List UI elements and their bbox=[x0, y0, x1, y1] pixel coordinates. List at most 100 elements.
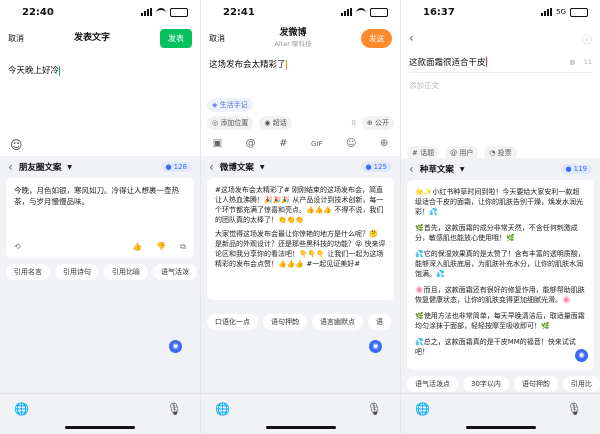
pill-lively[interactable]: 语气活泼 bbox=[153, 264, 197, 280]
keyboard-bar: 🌐 🎙 bbox=[0, 393, 200, 434]
mic-icon[interactable]: 🎙 bbox=[567, 402, 582, 416]
ai-copy-panel: ‹ 朋友圈文案 ▼ ● 128 今晚，月色如银，寒风如刀。冷得让人想裹一壶热茶，与… bbox=[0, 156, 200, 394]
pill-poem[interactable]: 引用诗句 bbox=[55, 264, 99, 280]
card-paragraph-6: 💦总之，这款面霜真的是干皮MM的福音！快来试试吧！ bbox=[415, 338, 576, 356]
page-title: 发表文字 bbox=[73, 33, 110, 43]
home-indicator bbox=[465, 426, 536, 429]
home-indicator bbox=[265, 426, 336, 429]
chevron-left-icon[interactable]: ‹ bbox=[8, 160, 13, 174]
supertopic-chip[interactable]: ◉ 超话 bbox=[259, 116, 292, 130]
editor-text: 今天晚上好冷 bbox=[8, 66, 60, 76]
ai-copy-panel: ‹ 微博文案 ▼ ● 125 #这场发布会太精彩了# 刚刚结束的这场发布会，简直让… bbox=[201, 156, 400, 394]
pill-short[interactable]: 30字以内 bbox=[463, 376, 509, 392]
wifi-icon bbox=[156, 7, 166, 17]
hashtag-icon[interactable]: # bbox=[279, 138, 287, 149]
emoji-icon[interactable]: ☺ bbox=[346, 138, 356, 149]
refresh-icon[interactable]: ⟲ bbox=[14, 241, 21, 252]
thumbs-down-icon[interactable]: 👎 bbox=[156, 241, 166, 252]
ai-title[interactable]: 种草文案 bbox=[420, 163, 454, 175]
ai-assistant-icon[interactable]: ◉ bbox=[575, 349, 588, 362]
mic-icon[interactable]: 🎙 bbox=[367, 402, 382, 416]
weibo-panel: 22:41 取消 发微博 Alter 聊科技 发送 这场发布会太精彩了 ◈ 生活… bbox=[200, 0, 400, 434]
ai-title[interactable]: 微博文案 bbox=[220, 161, 254, 173]
ai-header: ‹ 微博文案 ▼ ● 125 bbox=[201, 156, 400, 178]
pill-colloquial[interactable]: 口语化一点 bbox=[207, 314, 258, 330]
credit-badge: ● 128 bbox=[160, 162, 192, 172]
copy-icon[interactable]: ⧉ bbox=[180, 241, 186, 252]
signal-icon bbox=[341, 8, 352, 16]
pill-metaphor[interactable]: 引用比喻 bbox=[104, 264, 148, 280]
supertopic-icon: ◉ bbox=[264, 119, 271, 127]
chevron-left-icon[interactable]: ‹ bbox=[209, 160, 214, 174]
text-editor[interactable]: 这场发布会太精彩了 bbox=[209, 58, 392, 70]
title-editor[interactable]: 这款面霜很适合干皮 ⊗ 11 bbox=[409, 56, 592, 68]
editor-text: 这场发布会太精彩了 bbox=[209, 60, 286, 70]
pill-quote[interactable]: 引用名言 bbox=[6, 264, 50, 280]
topic-chip[interactable]: ◈ 生活手记 bbox=[207, 98, 253, 112]
cancel-button[interactable]: 取消 bbox=[8, 33, 24, 44]
mention-icon[interactable]: @ bbox=[246, 138, 256, 149]
status-time: 22:41 bbox=[223, 6, 255, 18]
thumbs-up-icon[interactable]: 👍 bbox=[132, 241, 142, 252]
ai-assistant-icon[interactable]: ◉ bbox=[169, 340, 182, 353]
pill-rhyme[interactable]: 语句押韵 bbox=[263, 314, 307, 330]
char-count: 0 bbox=[351, 119, 356, 127]
battery-icon bbox=[570, 7, 588, 17]
editor-text: 这款面霜很适合干皮 bbox=[409, 58, 486, 68]
back-icon[interactable]: ‹ bbox=[409, 31, 414, 45]
ai-suggestion-card[interactable]: 今晚，月色如银，寒风如刀。冷得让人想裹一壶热茶，与岁月慢慢品味。 ⟲ 👍 👎 ⧉ bbox=[6, 178, 194, 258]
drop-icon: ● bbox=[565, 165, 572, 173]
nav-bar: 取消 发微博 Alter 聊科技 发送 bbox=[201, 24, 400, 52]
ai-title[interactable]: 朋友圈文案 bbox=[19, 161, 62, 173]
mic-icon[interactable]: 🎙 bbox=[167, 402, 182, 416]
card-paragraph-3: 💦它的保湿效果真的是太赞了！含有丰富的透明质酸，能够深入肌肤底层，为肌肤补充水分… bbox=[415, 250, 585, 278]
wifi-icon bbox=[356, 7, 366, 17]
chevron-down-icon[interactable]: ▼ bbox=[460, 166, 465, 173]
status-bar: 22:41 bbox=[201, 0, 400, 24]
gif-icon[interactable]: GIF bbox=[311, 140, 323, 148]
cancel-button[interactable]: 取消 bbox=[209, 33, 225, 44]
credit-badge: ● 125 bbox=[360, 162, 392, 172]
card-paragraph-4: 🌸而且，这款面霜还有很好的修复作用，能够帮助肌肤恢复健康状态，让你的肌肤变得更加… bbox=[415, 286, 585, 304]
ai-suggestion-card[interactable]: 🌟✨小红书种草时间到啦！今天要给大家安利一款超级适合干皮的面霜，让你的肌肤告别干… bbox=[407, 180, 594, 370]
info-icon[interactable]: ⓘ bbox=[582, 31, 592, 46]
body-input[interactable]: 添加正文 bbox=[409, 80, 592, 91]
location-chip[interactable]: ◎ 添加位置 bbox=[207, 116, 254, 130]
vote-icon: ◔ bbox=[489, 149, 496, 157]
status-time: 16:37 bbox=[423, 6, 455, 18]
nav-bar: ‹ ⓘ bbox=[401, 24, 600, 52]
chevron-down-icon[interactable]: ▼ bbox=[67, 164, 72, 171]
chevron-down-icon[interactable]: ▼ bbox=[260, 164, 265, 171]
smile-icon[interactable]: ☺ bbox=[10, 138, 23, 152]
globe-icon[interactable]: 🌐 bbox=[415, 402, 430, 416]
pill-humor[interactable]: 语言幽默点 bbox=[312, 314, 363, 330]
chevron-left-icon[interactable]: ‹ bbox=[409, 162, 414, 176]
status-time: 22:40 bbox=[22, 6, 54, 18]
clear-icon[interactable]: ⊗ bbox=[569, 58, 576, 67]
text-caret bbox=[485, 57, 487, 67]
pill-rhyme[interactable]: 语句押韵 bbox=[513, 376, 558, 392]
globe-icon[interactable]: 🌐 bbox=[215, 402, 230, 416]
plus-icon[interactable]: ⊕ bbox=[380, 138, 388, 149]
globe-icon[interactable]: 🌐 bbox=[14, 402, 29, 416]
send-button[interactable]: 发送 bbox=[360, 28, 392, 48]
signal-icon bbox=[541, 8, 553, 16]
visibility-chip[interactable]: ⊕ 公开 bbox=[361, 116, 394, 130]
home-indicator bbox=[65, 426, 135, 429]
wechat-moments-panel: 22:40 取消 发表文字 发表 今天晚上好冷 ☺ ‹ 朋友圈文案 ▼ ● 128 bbox=[0, 0, 200, 434]
pill-metaphor[interactable]: 引用比 bbox=[562, 376, 600, 392]
image-icon[interactable]: ▣ bbox=[213, 138, 222, 149]
ai-assistant-icon[interactable]: ◉ bbox=[369, 340, 382, 353]
ai-suggestion-card[interactable]: #这场发布会太精彩了# 刚刚结束的这场发布会，简直让人热血沸腾！🎉🎉🎉 从产品设… bbox=[207, 178, 394, 300]
text-editor[interactable]: 今天晚上好冷 bbox=[8, 64, 192, 76]
topic-icon: ◈ bbox=[212, 101, 218, 109]
ai-header: ‹ 种草文案 ▼ ● 119 bbox=[401, 158, 600, 180]
pill-more[interactable]: 语 bbox=[368, 314, 391, 330]
account-name: Alter 聊科技 bbox=[274, 40, 312, 48]
network-label: 5G bbox=[556, 8, 566, 16]
publish-button[interactable]: 发表 bbox=[159, 28, 192, 48]
status-bar: 22:40 bbox=[0, 0, 200, 24]
char-count: 11 bbox=[583, 58, 592, 66]
battery-icon bbox=[370, 7, 388, 17]
pill-lively[interactable]: 语气活泼点 bbox=[407, 376, 458, 392]
